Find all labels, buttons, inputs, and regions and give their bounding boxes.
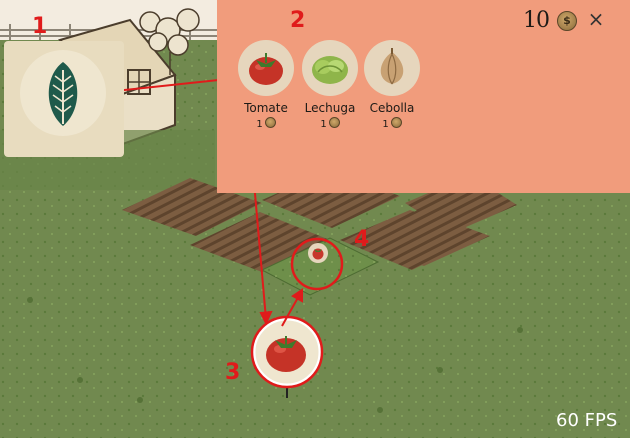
- crop-price-value: 1: [320, 119, 327, 130]
- close-button[interactable]: ×: [587, 8, 605, 30]
- coin-icon: [390, 117, 402, 128]
- crop-price: 1: [363, 117, 421, 130]
- annotation-number-3: 3: [225, 360, 241, 385]
- leaf-icon: [48, 62, 78, 126]
- crop-price-value: 1: [382, 119, 389, 130]
- coin-icon: [328, 117, 340, 128]
- lettuce-icon: [302, 40, 358, 96]
- annotation-number-2: 2: [290, 8, 306, 33]
- crop-item-tomato[interactable]: Tomate 1: [237, 40, 295, 130]
- coin-count: 10: [523, 8, 550, 33]
- coin-icon: [264, 117, 276, 128]
- crop-price-value: 1: [256, 119, 263, 130]
- plant-menu-button[interactable]: [4, 41, 124, 157]
- crop-price: 1: [237, 117, 295, 130]
- crop-shop-panel: 10 $ × Tomate 1 Lechuga 1 Cebolla 1: [217, 0, 630, 193]
- annotation-number-1: 1: [32, 14, 48, 39]
- tomato-icon: [238, 40, 294, 96]
- crop-item-lettuce[interactable]: Lechuga 1: [301, 40, 359, 130]
- fps-counter: 60 FPS: [556, 410, 618, 431]
- crop-name: Lechuga: [304, 101, 356, 115]
- planted-tomato-marker: [308, 243, 328, 263]
- coin-icon: $: [557, 11, 577, 31]
- coin-symbol: $: [563, 14, 571, 27]
- seed-button-background: [20, 50, 106, 136]
- annotation-number-4: 4: [354, 227, 370, 252]
- crop-name: Tomate: [244, 101, 288, 115]
- onion-icon: [364, 40, 420, 96]
- crop-name: Cebolla: [369, 101, 415, 115]
- crop-price: 1: [301, 117, 359, 130]
- crop-item-onion[interactable]: Cebolla 1: [363, 40, 421, 130]
